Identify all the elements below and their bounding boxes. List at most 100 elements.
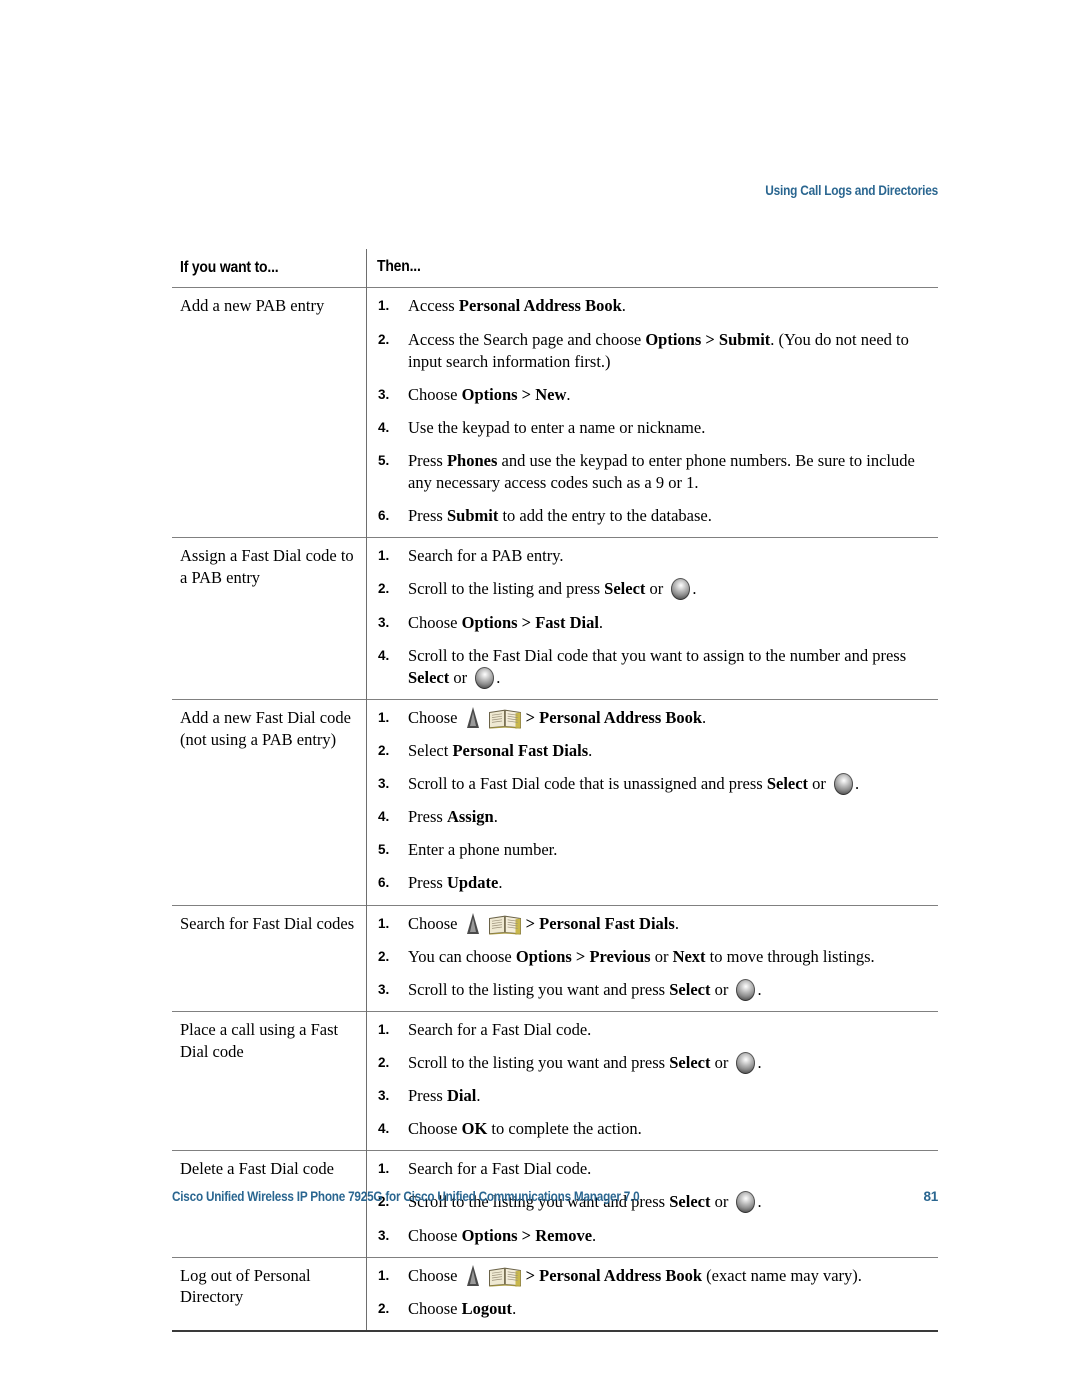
step-number: 1. xyxy=(378,915,390,931)
step-text: Choose > Personal Address Book. xyxy=(408,706,707,729)
footer-title: Cisco Unified Wireless IP Phone 7925G fo… xyxy=(172,1189,640,1204)
table-row: Add a new PAB entry 1. Access Personal Add… xyxy=(172,287,938,538)
step-number: 1. xyxy=(378,548,390,564)
navigation-key-icon xyxy=(466,706,480,728)
step-item: 2. Choose Logout. xyxy=(367,1298,932,1320)
step-number: 4. xyxy=(378,809,390,825)
step-text: Scroll to the listing you want and press… xyxy=(408,978,762,1001)
column-header-then: Then... xyxy=(366,249,938,288)
step-text: You can choose Options > Previous or Nex… xyxy=(408,946,875,966)
step-item: 4. Choose OK to complete the action. xyxy=(367,1118,932,1140)
select-button-icon xyxy=(834,773,854,796)
step-text: Scroll to the listing you want and press… xyxy=(408,1051,762,1074)
emphasis-text: > Personal Fast Dials xyxy=(525,913,675,933)
step-text: Press Update. xyxy=(408,873,503,893)
emphasis-text: Select xyxy=(766,774,809,794)
step-list: 1. Search for a Fast Dial code. 2. Scroll t… xyxy=(367,1019,932,1140)
emphasis-text: Next xyxy=(672,946,706,966)
step-item: 1. Choose > Personal Fast Dials. xyxy=(367,912,932,935)
step-number: 1. xyxy=(378,709,390,725)
directories-book-icon xyxy=(488,913,522,935)
step-number: 3. xyxy=(378,1227,390,1243)
table-header-row: If you want to... Then... xyxy=(172,249,938,288)
emphasis-text: Options > New xyxy=(461,384,567,404)
step-text: Access the Search page and choose Option… xyxy=(408,329,909,371)
emphasis-text: Select xyxy=(669,979,711,999)
step-number: 3. xyxy=(378,1088,390,1104)
task-steps-cell: 1. Choose > Personal Fast Dials. 2. You can… xyxy=(366,905,938,1012)
step-item: 3. Scroll to a Fast Dial code that is una… xyxy=(367,773,932,796)
step-number: 2. xyxy=(378,581,390,597)
step-list: 1. Choose > Personal Address Book (exact … xyxy=(367,1264,932,1320)
step-item: 2. Scroll to the listing you want and pre… xyxy=(367,1051,932,1074)
emphasis-text: Logout xyxy=(461,1298,513,1318)
step-item: 5. Enter a phone number. xyxy=(367,839,932,861)
task-steps-cell: 1. Choose > Personal Address Book. 2. Selec… xyxy=(366,699,938,906)
table-row: Search for Fast Dial codes 1. Choose > Per… xyxy=(172,905,938,1012)
step-text: Press Submit to add the entry to the dat… xyxy=(408,506,712,526)
emphasis-text: Select xyxy=(604,579,646,599)
emphasis-text: Submit xyxy=(446,506,499,526)
emphasis-text: Options > Submit xyxy=(645,329,771,349)
task-description-cell: Search for Fast Dial codes xyxy=(180,913,355,933)
navigation-key-icon xyxy=(466,1264,480,1286)
column-header-label: Then... xyxy=(377,258,421,275)
emphasis-text: Options > Fast Dial xyxy=(461,612,599,632)
step-number: 2. xyxy=(378,331,390,347)
step-text: Search for a Fast Dial code. xyxy=(408,1019,592,1039)
emphasis-text: Dial xyxy=(446,1086,477,1106)
running-header: Using Call Logs and Directories xyxy=(765,183,938,198)
task-description-cell: Add a new PAB entry xyxy=(180,296,325,316)
step-number: 5. xyxy=(378,842,390,858)
step-item: 3. Press Dial. xyxy=(367,1085,932,1107)
step-item: 3. Choose Options > Fast Dial. xyxy=(367,612,932,634)
step-text: Press Dial. xyxy=(408,1086,481,1106)
document-page: Using Call Logs and Directories If you w… xyxy=(0,0,1080,1397)
emphasis-text: Options > Previous xyxy=(515,946,651,966)
step-text: Press Assign. xyxy=(408,807,498,827)
footer-page-number: 81 xyxy=(923,1189,938,1204)
table-row: Place a call using a Fast Dial code 1. Sea… xyxy=(172,1011,938,1151)
step-text: Search for a PAB entry. xyxy=(408,546,564,566)
step-number: 3. xyxy=(378,776,390,792)
step-text: Choose Logout. xyxy=(408,1298,517,1318)
emphasis-text: Assign xyxy=(446,807,494,827)
step-text: Access Personal Address Book. xyxy=(408,296,626,316)
emphasis-text: Select xyxy=(408,667,450,687)
step-item: 3. Choose Options > New. xyxy=(367,384,932,406)
task-description-cell: Assign a Fast Dial code to a PAB entry xyxy=(180,546,354,588)
emphasis-text: Select xyxy=(669,1052,711,1072)
step-number: 1. xyxy=(378,1267,390,1283)
step-text: Enter a phone number. xyxy=(408,840,558,860)
step-number: 6. xyxy=(378,875,390,891)
step-list: 1. Choose > Personal Fast Dials. 2. You can… xyxy=(367,912,932,1001)
task-steps-cell: 1. Search for a PAB entry. 2. Scroll to the… xyxy=(366,537,938,700)
step-item: 6. Press Update. xyxy=(367,872,932,894)
select-button-icon xyxy=(475,666,495,689)
emphasis-text: Update xyxy=(446,873,499,893)
step-number: 3. xyxy=(378,386,390,402)
step-text: Choose Options > Fast Dial. xyxy=(408,612,604,632)
step-number: 2. xyxy=(378,1054,390,1070)
step-item: 3. Scroll to the listing you want and pre… xyxy=(367,978,932,1001)
procedure-table: If you want to... Then... Add a new PAB … xyxy=(172,249,938,1332)
step-number: 6. xyxy=(378,508,390,524)
task-steps-cell: 1. Choose > Personal Address Book (exact … xyxy=(366,1257,938,1331)
step-text: Scroll to the Fast Dial code that you wa… xyxy=(408,645,907,689)
table-body: Add a new PAB entry 1. Access Personal Add… xyxy=(172,287,938,1331)
column-header-if-you-want-to: If you want to... xyxy=(172,249,367,288)
select-button-icon xyxy=(736,1051,756,1074)
step-text: Choose Options > New. xyxy=(408,384,571,404)
task-description-cell: Log out of Personal Directory xyxy=(180,1265,311,1307)
step-number: 2. xyxy=(378,948,390,964)
directories-book-icon xyxy=(488,707,522,729)
step-number: 3. xyxy=(378,614,390,630)
navigation-key-icon xyxy=(466,912,480,934)
step-list: 1. Choose > Personal Address Book. 2. Selec… xyxy=(367,706,932,895)
step-number: 4. xyxy=(378,419,390,435)
step-number: 2. xyxy=(378,1300,390,1316)
step-text: Choose > Personal Fast Dials. xyxy=(408,912,679,935)
step-text: Press Phones and use the keypad to enter… xyxy=(408,451,915,493)
step-number: 1. xyxy=(378,298,390,314)
step-text: Choose Options > Remove. xyxy=(408,1225,597,1245)
